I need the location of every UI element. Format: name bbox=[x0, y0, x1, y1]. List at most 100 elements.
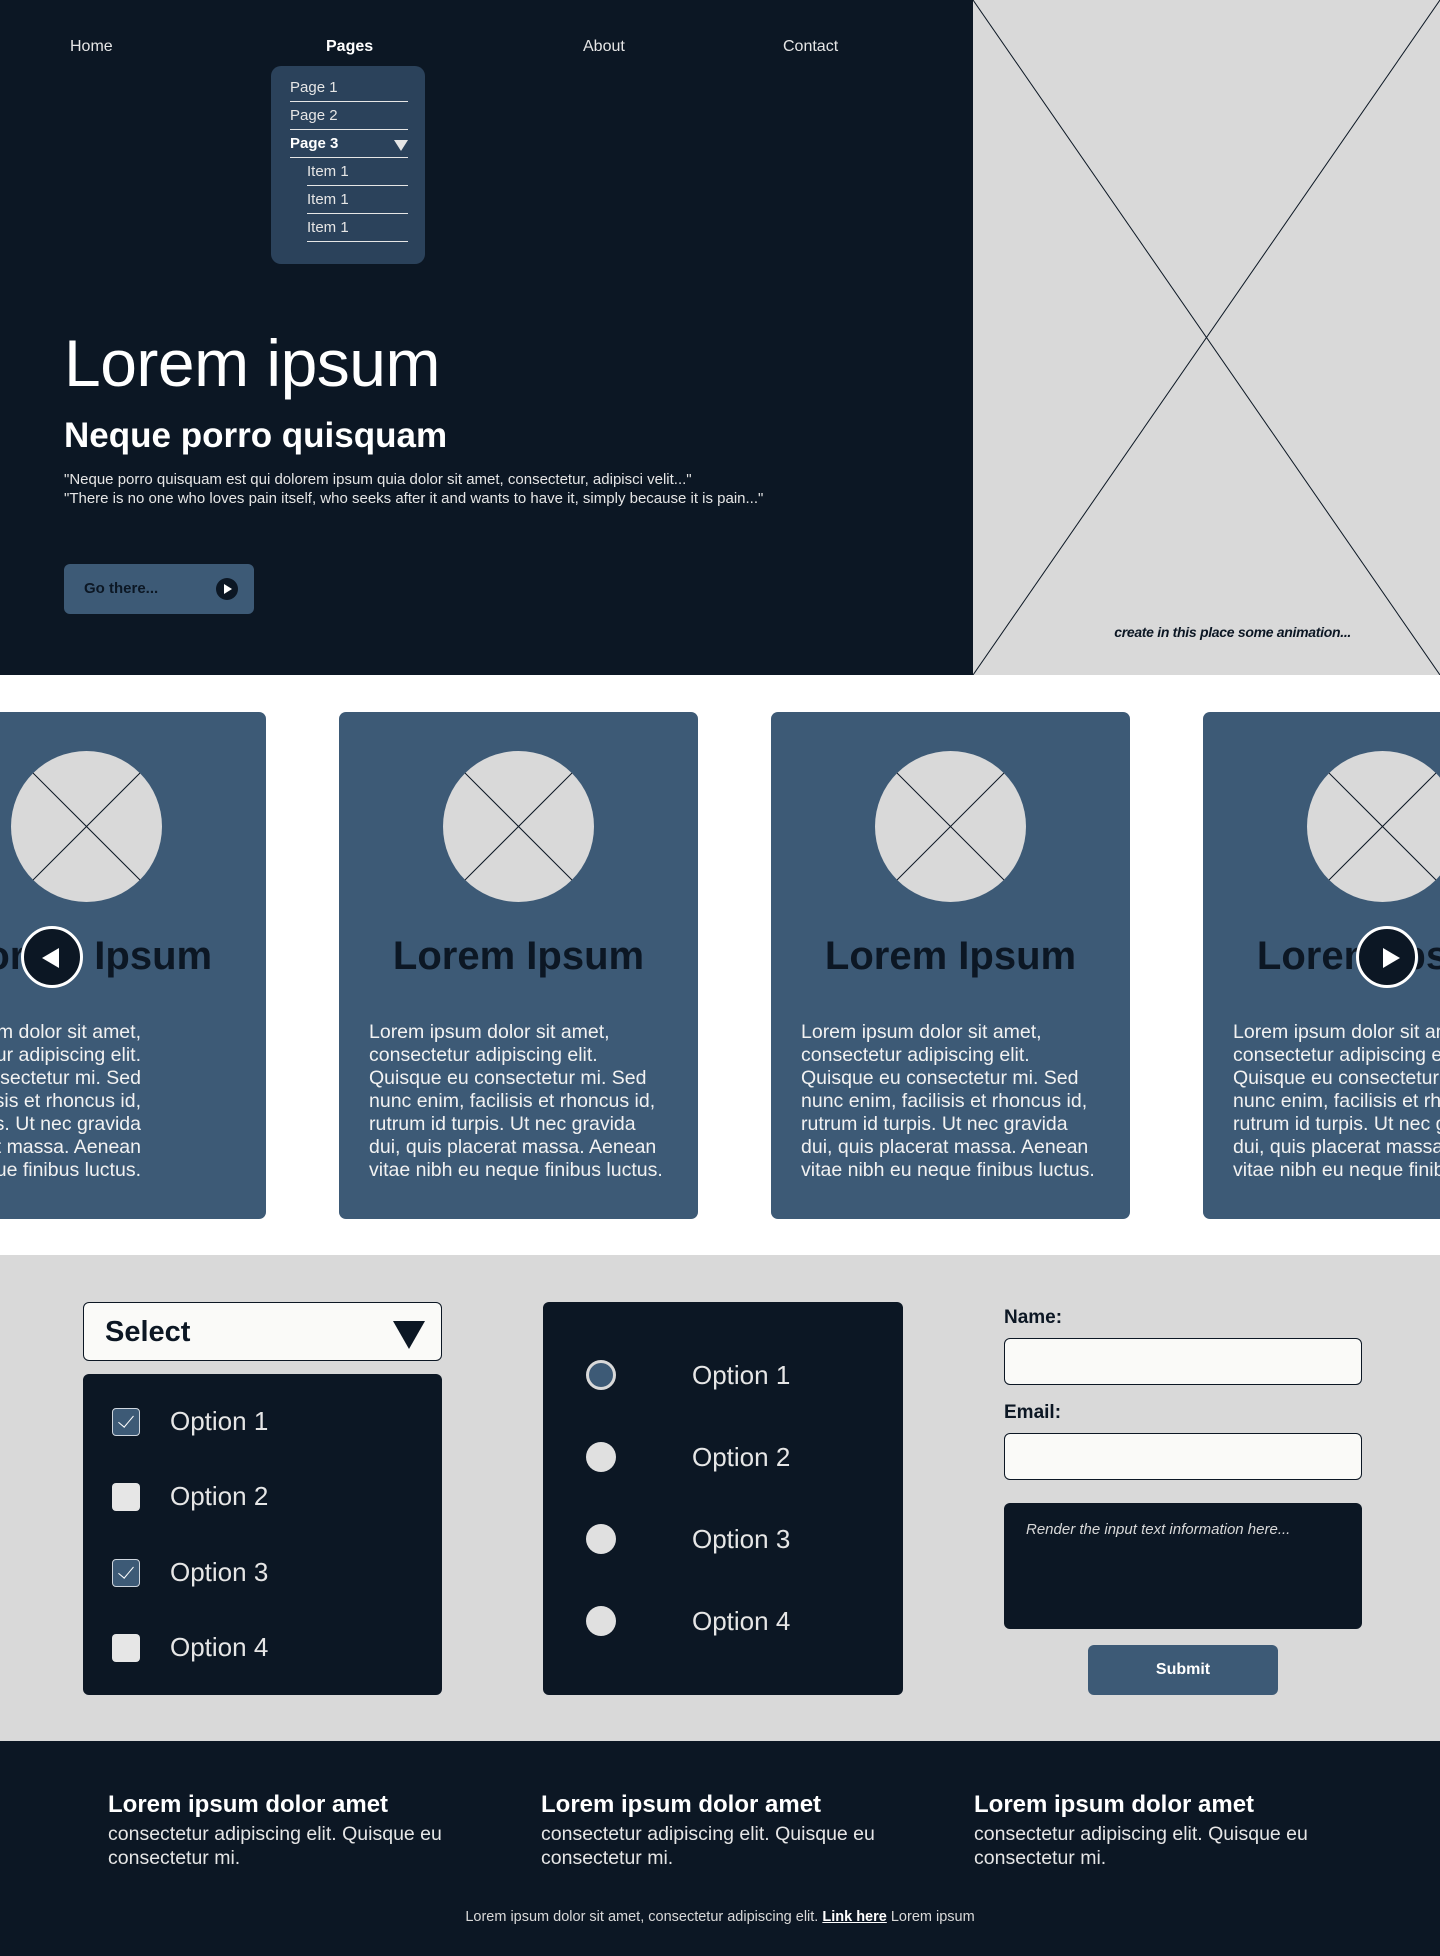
footer-column-title: Lorem ipsum dolor amet bbox=[974, 1791, 1255, 1818]
card-text-line: bh eu neque finibus luctus. bbox=[0, 1159, 141, 1181]
card-text-line: id turpis. Ut nec gravida bbox=[0, 1113, 141, 1135]
submit-button[interactable]: Submit bbox=[1088, 1645, 1278, 1695]
card-text-line: rutrum id turpis. Ut nec gravida bbox=[1233, 1113, 1440, 1135]
hero-quote: "Neque porro quisquam est qui dolorem ip… bbox=[64, 471, 692, 488]
card-text-line: Lorem ipsum dolor sit amet, bbox=[369, 1021, 610, 1043]
select-label: Select bbox=[105, 1316, 191, 1348]
message-textarea[interactable]: Render the input text information here..… bbox=[1004, 1503, 1362, 1629]
footer: Lorem ipsum dolor amet consectetur adipi… bbox=[0, 1741, 1440, 1956]
card-text-line: dui, quis placerat massa. Aenean bbox=[801, 1136, 1089, 1158]
arrow-right-icon bbox=[1383, 948, 1400, 968]
card-text-line: Quisque eu consectetur mi. Sed bbox=[369, 1067, 647, 1089]
radio-label: Option 3 bbox=[692, 1524, 791, 1554]
footer-note: Lorem ipsum dolor sit amet, consectetur … bbox=[0, 1909, 1440, 1925]
card-text-line: vitae nibh eu neque finibus luctus. bbox=[1233, 1159, 1440, 1181]
footer-column: Lorem ipsum dolor amet consectetur adipi… bbox=[541, 1791, 881, 1870]
hero-title: Lorem ipsum bbox=[64, 326, 440, 400]
checkbox-list: Option 1 Option 2 Option 3 Option 4 bbox=[83, 1374, 442, 1695]
nav-about[interactable]: About bbox=[583, 38, 625, 56]
radio-group: Option 1 Option 2 Option 3 Option 4 bbox=[543, 1302, 903, 1695]
card-text-line: nunc enim, facilisis et rhoncus id, bbox=[369, 1090, 656, 1112]
footer-column: Lorem ipsum dolor amet consectetur adipi… bbox=[108, 1791, 448, 1870]
radio-selected-icon bbox=[586, 1360, 616, 1390]
card-text-line: dui, quis placerat massa. Aenean bbox=[1233, 1136, 1440, 1158]
checkbox-label: Option 2 bbox=[170, 1481, 269, 1511]
card-text-line: nunc enim, facilisis et rhoncus id, bbox=[1233, 1090, 1440, 1112]
checkbox-checked-icon bbox=[112, 1559, 140, 1587]
image-placeholder-icon bbox=[443, 751, 594, 902]
checkbox-unchecked-icon bbox=[112, 1634, 140, 1662]
card-text: Lorem ipsum dolor sit amet, consectetur … bbox=[369, 1021, 689, 1182]
card-text-line: nunc enim, facilisis et rhoncus id, bbox=[801, 1090, 1088, 1112]
card-text: Lorem ipsum dolor sit amet, consectetur … bbox=[1233, 1021, 1440, 1182]
card-text-line: nim, facilisis et rhoncus id, bbox=[0, 1090, 141, 1112]
caret-down-icon bbox=[393, 1321, 425, 1349]
checkbox-unchecked-icon bbox=[112, 1483, 140, 1511]
radio-label: Option 2 bbox=[692, 1442, 791, 1472]
footer-column: Lorem ipsum dolor amet consectetur adipi… bbox=[974, 1791, 1314, 1870]
animation-placeholder: create in this place some animation... bbox=[973, 0, 1440, 675]
checkbox-checked-icon bbox=[112, 1408, 140, 1436]
card-text-line: vitae nibh eu neque finibus luctus. bbox=[801, 1159, 1095, 1181]
image-placeholder-icon bbox=[11, 751, 162, 902]
card-text-line: s placerat massa. Aenean bbox=[0, 1136, 141, 1158]
email-field[interactable] bbox=[1004, 1433, 1362, 1480]
nav-home[interactable]: Home bbox=[70, 38, 113, 56]
email-label: Email: bbox=[1004, 1402, 1062, 1423]
pages-dropdown-menu: Page 1 Page 2 Page 3 Item 1 Item 1 Item … bbox=[271, 66, 425, 264]
carousel-next-button[interactable] bbox=[1356, 926, 1418, 988]
arrow-left-icon bbox=[42, 948, 59, 968]
nav-pages[interactable]: Pages bbox=[326, 38, 373, 56]
carousel-prev-button[interactable] bbox=[21, 926, 83, 988]
radio-unselected-icon bbox=[586, 1524, 616, 1554]
footer-column-title: Lorem ipsum dolor amet bbox=[541, 1791, 822, 1818]
form-section: Select Option 1 Option 2 Option 3 Option… bbox=[0, 1255, 1440, 1741]
hero-section: Home Pages About Contact Page 1 Page 2 P… bbox=[0, 0, 1440, 675]
card-text-line: vitae nibh eu neque finibus luctus. bbox=[369, 1159, 663, 1181]
footer-column-text: consectetur adipiscing elit. Quisque eu … bbox=[974, 1823, 1308, 1869]
footer-column-text: consectetur adipiscing elit. Quisque eu … bbox=[541, 1823, 875, 1869]
radio-label: Option 1 bbox=[692, 1360, 791, 1390]
animation-caption: create in this place some animation... bbox=[1114, 624, 1351, 640]
image-placeholder-icon bbox=[973, 0, 1440, 675]
radio-unselected-icon bbox=[586, 1442, 616, 1472]
card-text-line: consectetur adipiscing elit. bbox=[801, 1044, 1030, 1066]
caret-down-icon bbox=[394, 140, 408, 151]
carousel-card: Lorem Ipsum Lorem ipsum dolor sit amet, … bbox=[339, 712, 698, 1219]
card-text-line: Quisque eu consectetur mi. Sed bbox=[801, 1067, 1079, 1089]
nav-contact[interactable]: Contact bbox=[783, 38, 838, 56]
footer-note-text: Lorem ipsum dolor sit amet, consectetur … bbox=[465, 1909, 819, 1925]
checkbox-label: Option 3 bbox=[170, 1557, 269, 1587]
carousel-card: Lorem Ipsum Lorem ipsum dolor sit amet, … bbox=[771, 712, 1130, 1219]
dropdown-subitem[interactable]: Item 1 bbox=[307, 158, 408, 186]
name-label: Name: bbox=[1004, 1307, 1063, 1328]
textarea-placeholder: Render the input text information here..… bbox=[1026, 1521, 1291, 1538]
play-icon bbox=[216, 578, 238, 600]
hero-subtitle: Neque porro quisquam bbox=[64, 416, 448, 455]
dropdown-subitem[interactable]: Item 1 bbox=[307, 214, 408, 242]
radio-label: Option 4 bbox=[692, 1606, 791, 1636]
select-dropdown[interactable]: Select bbox=[83, 1302, 442, 1361]
footer-link[interactable]: Link here bbox=[822, 1909, 886, 1925]
dropdown-subitem[interactable]: Item 1 bbox=[307, 186, 408, 214]
dropdown-item-page-2[interactable]: Page 2 bbox=[290, 102, 408, 130]
card-title: Lorem Ipsum bbox=[392, 934, 645, 978]
dropdown-item-page-1[interactable]: Page 1 bbox=[290, 74, 408, 102]
card-text-line: consectetur adipiscing elit. bbox=[1233, 1044, 1440, 1066]
card-carousel: Lorem Ipsum ipsum dolor sit amet, etur a… bbox=[0, 675, 1440, 1255]
dropdown-item-page-3[interactable]: Page 3 bbox=[290, 130, 408, 158]
hero-panel: Home Pages About Contact Page 1 Page 2 P… bbox=[0, 0, 973, 675]
name-field[interactable] bbox=[1004, 1338, 1362, 1385]
checkbox-label: Option 1 bbox=[170, 1406, 269, 1436]
footer-column-text: consectetur adipiscing elit. Quisque eu … bbox=[108, 1823, 442, 1869]
card-text-line: consectetur adipiscing elit. bbox=[369, 1044, 598, 1066]
card-text: Lorem ipsum dolor sit amet, consectetur … bbox=[801, 1021, 1121, 1182]
card-title: Lorem Ipsum bbox=[824, 934, 1077, 978]
card-text-line: Quisque eu consectetur mi. Sed bbox=[1233, 1067, 1440, 1089]
radio-unselected-icon bbox=[586, 1606, 616, 1636]
dropdown-item-label: Page 3 bbox=[290, 135, 339, 152]
card-text: ipsum dolor sit amet, etur adipiscing el… bbox=[0, 1021, 218, 1182]
submit-label: Submit bbox=[1155, 1661, 1211, 1678]
go-there-button[interactable]: Go there... bbox=[64, 564, 254, 614]
card-text-line: e eu consectetur mi. Sed bbox=[0, 1067, 141, 1089]
